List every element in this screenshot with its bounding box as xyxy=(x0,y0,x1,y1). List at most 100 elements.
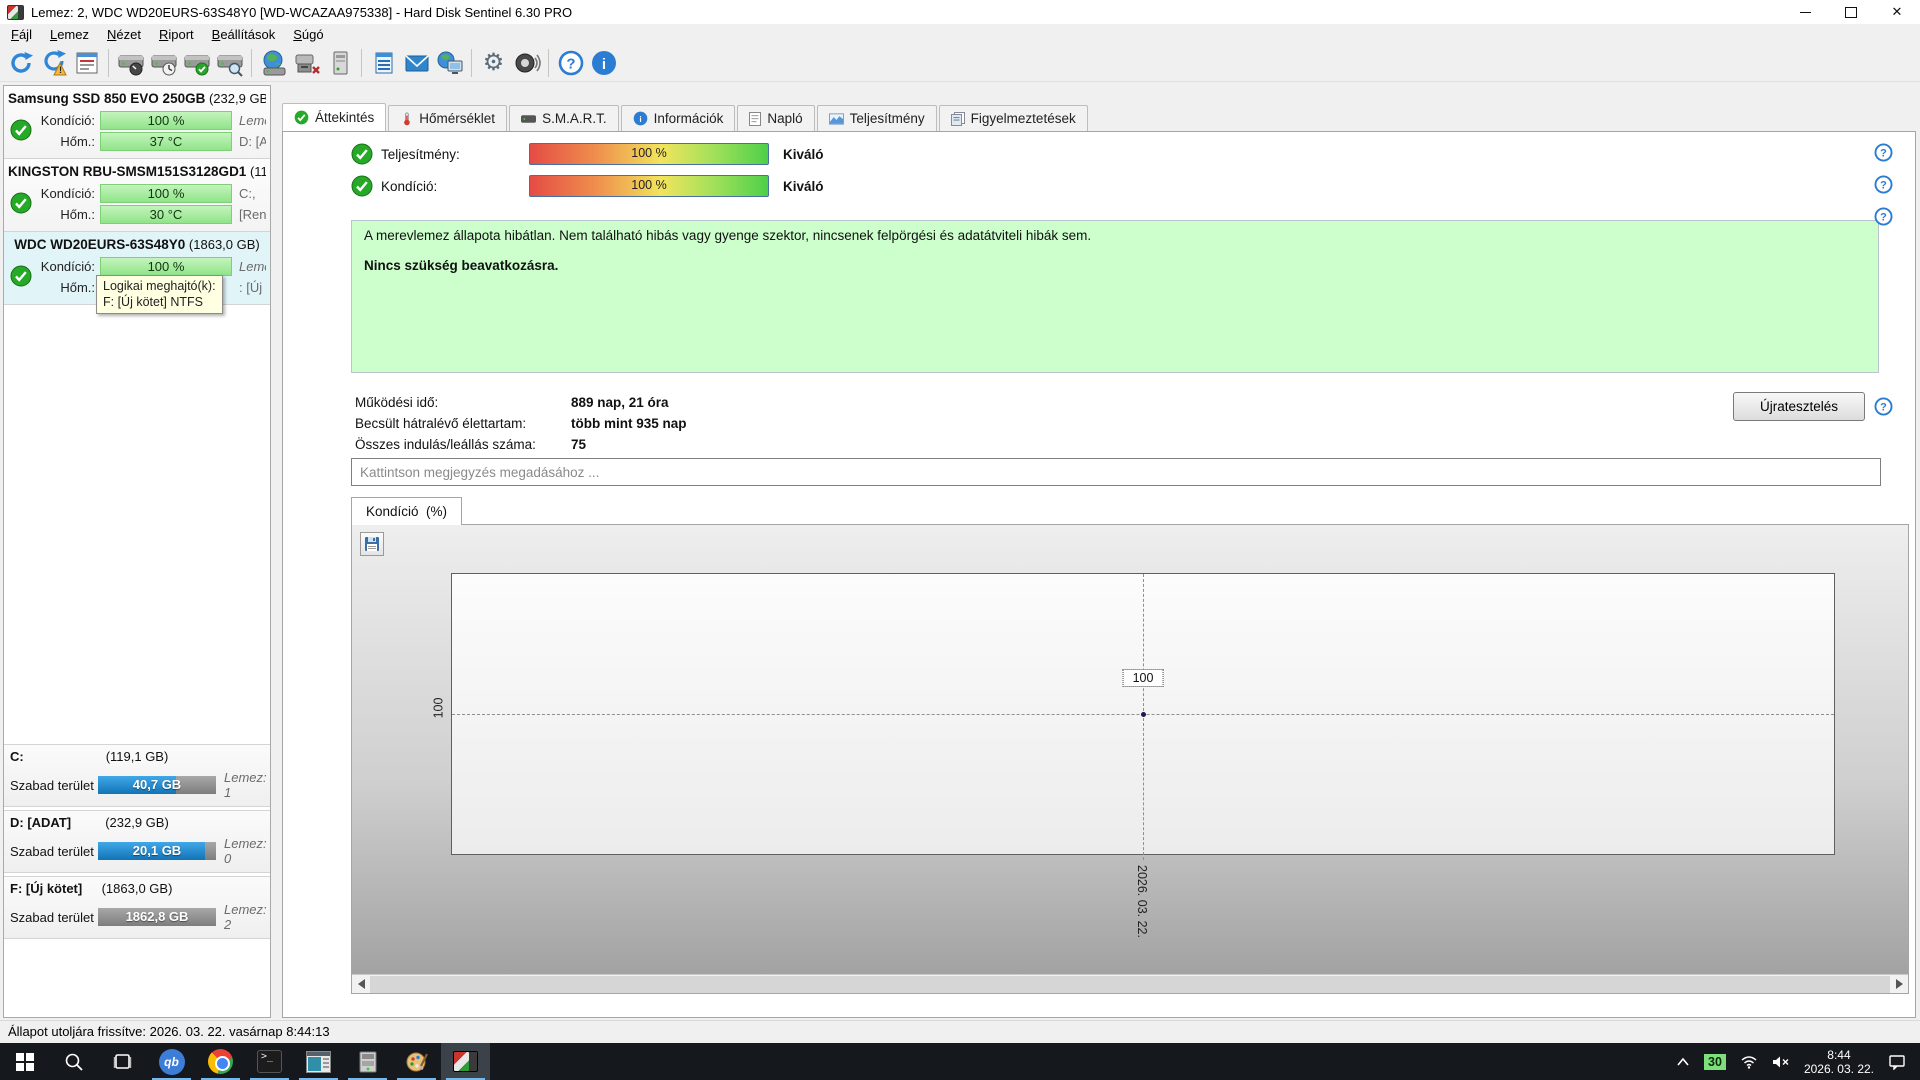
menu-nezet[interactable]: Nézet xyxy=(98,25,150,44)
title-bar: Lemez: 2, WDC WD20EURS-63S48Y0 [WD-WCAZA… xyxy=(0,0,1920,24)
volume-muted-icon[interactable] xyxy=(1772,1055,1790,1069)
maximize-button[interactable] xyxy=(1828,0,1874,24)
notification-center-icon[interactable] xyxy=(1888,1054,1906,1070)
clock-time: 8:44 xyxy=(1827,1047,1851,1062)
scroll-left-arrow[interactable] xyxy=(352,975,370,993)
floppy-icon xyxy=(365,537,379,551)
svg-text:?: ? xyxy=(1880,212,1887,224)
scroll-right-arrow[interactable] xyxy=(1890,975,1908,993)
health-status-box: A merevlemez állapota hibátlan. Nem talá… xyxy=(351,220,1879,373)
retest-button[interactable]: Újratesztelés xyxy=(1733,392,1865,421)
taskbar-app-hdsentinel[interactable] xyxy=(441,1043,490,1080)
taskbar-app-chrome[interactable] xyxy=(196,1043,245,1080)
tab-teljesitmeny[interactable]: Teljesítmény xyxy=(816,105,937,131)
taskbar-app-terminal[interactable]: >_ xyxy=(245,1043,294,1080)
status-bar: Állapot utoljára frissítve: 2026. 03. 22… xyxy=(0,1020,1920,1043)
online-check-icon[interactable] xyxy=(433,47,466,80)
free-space-label: Szabad terület xyxy=(10,909,94,925)
daily-log-icon[interactable] xyxy=(367,47,400,80)
check-circle-icon xyxy=(294,110,309,125)
save-chart-button[interactable] xyxy=(360,532,384,556)
hdsentinel-icon xyxy=(453,1051,478,1072)
disk-title: WDC WD20EURS-63S48Y0 (1863,0 GB) xyxy=(14,237,260,252)
system-tray: 30 8:44 2026. 03. 22. xyxy=(1676,1043,1920,1080)
partition-item-c[interactable]: C: (119,1 GB) Szabad terület 40,7 GB Lem… xyxy=(4,744,270,807)
x-axis-date-label: 2026. 03. 22. xyxy=(1135,865,1149,938)
menu-beallitasok[interactable]: Beállítások xyxy=(203,25,285,44)
windows-logo-icon xyxy=(15,1052,34,1071)
disk-status-icon[interactable] xyxy=(114,47,147,80)
ok-check-icon xyxy=(351,175,373,197)
condition-chart-tab[interactable]: Kondíció (%) xyxy=(351,497,463,525)
report-icon[interactable] xyxy=(70,47,103,80)
taskbar-clock[interactable]: 8:44 2026. 03. 22. xyxy=(1804,1048,1874,1076)
menu-sugo[interactable]: Súgó xyxy=(284,25,332,44)
tab-naplo[interactable]: Napló xyxy=(737,105,815,131)
help-icon[interactable]: ? xyxy=(1874,397,1893,416)
svg-text:?: ? xyxy=(1880,180,1887,192)
partition-item-d[interactable]: D: [ADAT] (232,9 GB) Szabad terület 20,1… xyxy=(4,810,270,873)
close-button[interactable]: ✕ xyxy=(1874,0,1920,24)
remaining-lifetime-label: Becsült hátralévő élettartam: xyxy=(355,416,527,431)
volume-letters: D: [ADAT] xyxy=(239,134,266,149)
gridline-vertical xyxy=(1143,574,1144,860)
tab-smart[interactable]: S.M.A.R.T. xyxy=(509,105,619,131)
sounds-icon[interactable] xyxy=(510,47,543,80)
taskbar-app-archive[interactable] xyxy=(343,1043,392,1080)
disk-list-sidebar: Samsung SSD 850 EVO 250GB (232,9 GB) Kon… xyxy=(3,85,271,1018)
tab-informaciok[interactable]: i Információk xyxy=(620,105,736,131)
partition-size: (119,1 GB) xyxy=(105,749,169,764)
partition-name: D: [ADAT] xyxy=(10,815,72,830)
ok-check-icon xyxy=(10,119,32,144)
volume-letters: [Rendszer s xyxy=(239,207,266,222)
information-icon[interactable]: i xyxy=(587,47,620,80)
tab-figyelmeztetesek[interactable]: Figyelmeztetések xyxy=(938,105,1088,131)
archive-icon xyxy=(359,1051,376,1072)
refresh-warning-icon[interactable]: ! xyxy=(37,47,70,80)
computer-icon[interactable] xyxy=(323,47,356,80)
help-icon[interactable]: ? xyxy=(1874,143,1893,162)
disk-item-samsung[interactable]: Samsung SSD 850 EVO 250GB (232,9 GB) Kon… xyxy=(4,86,270,159)
disk-title: KINGSTON RBU-SMSM151S3128GD1 (119 xyxy=(8,164,266,179)
minimize-button[interactable] xyxy=(1782,0,1828,24)
comment-input[interactable] xyxy=(351,458,1881,486)
start-button[interactable] xyxy=(0,1043,49,1080)
condition-label: Kondíció: xyxy=(40,113,95,128)
chart-icon xyxy=(828,112,844,125)
tab-attekintes[interactable]: Áttekintés xyxy=(282,103,387,131)
condition-rating: Kiváló xyxy=(783,178,824,194)
scrollbar-thumb[interactable] xyxy=(370,976,1890,993)
ok-check-icon xyxy=(351,143,373,165)
disk-remove-icon[interactable] xyxy=(290,47,323,80)
tray-temperature-badge[interactable]: 30 xyxy=(1704,1053,1726,1070)
refresh-icon[interactable] xyxy=(4,47,37,80)
partition-item-f[interactable]: F: [Új kötet] (1863,0 GB) Szabad terület… xyxy=(4,876,270,939)
chart-horizontal-scrollbar[interactable] xyxy=(352,974,1908,993)
search-button[interactable] xyxy=(49,1043,98,1080)
tray-chevron-icon[interactable] xyxy=(1676,1057,1690,1067)
toolbar-separator xyxy=(361,49,362,77)
taskbar-app-qbittorrent[interactable]: qb xyxy=(147,1043,196,1080)
network-disk-icon[interactable] xyxy=(257,47,290,80)
disk-ok-icon[interactable] xyxy=(180,47,213,80)
tab-homerseklet[interactable]: Hőmérséklet xyxy=(388,105,508,131)
menu-fajl[interactable]: Fájl xyxy=(2,25,41,44)
taskbar-app-paint[interactable] xyxy=(392,1043,441,1080)
temperature-label: Hőm.: xyxy=(60,207,95,222)
task-view-button[interactable] xyxy=(98,1043,147,1080)
email-icon[interactable] xyxy=(400,47,433,80)
help-icon[interactable]: ? xyxy=(1874,207,1893,226)
menu-riport[interactable]: Riport xyxy=(150,25,203,44)
disk-item-kingston[interactable]: KINGSTON RBU-SMSM151S3128GD1 (119 Kondíc… xyxy=(4,159,270,232)
toolbar-separator xyxy=(548,49,549,77)
disk-analyze-icon[interactable] xyxy=(213,47,246,80)
toolbar: ! ⚙ ? i xyxy=(0,45,1920,82)
menu-lemez[interactable]: Lemez xyxy=(41,25,98,44)
help-icon[interactable]: ? xyxy=(554,47,587,80)
ok-check-icon xyxy=(10,192,32,217)
disk-schedule-icon[interactable] xyxy=(147,47,180,80)
taskbar-app-window[interactable] xyxy=(294,1043,343,1080)
settings-icon[interactable]: ⚙ xyxy=(477,47,510,80)
wifi-icon[interactable] xyxy=(1740,1055,1758,1069)
help-icon[interactable]: ? xyxy=(1874,175,1893,194)
